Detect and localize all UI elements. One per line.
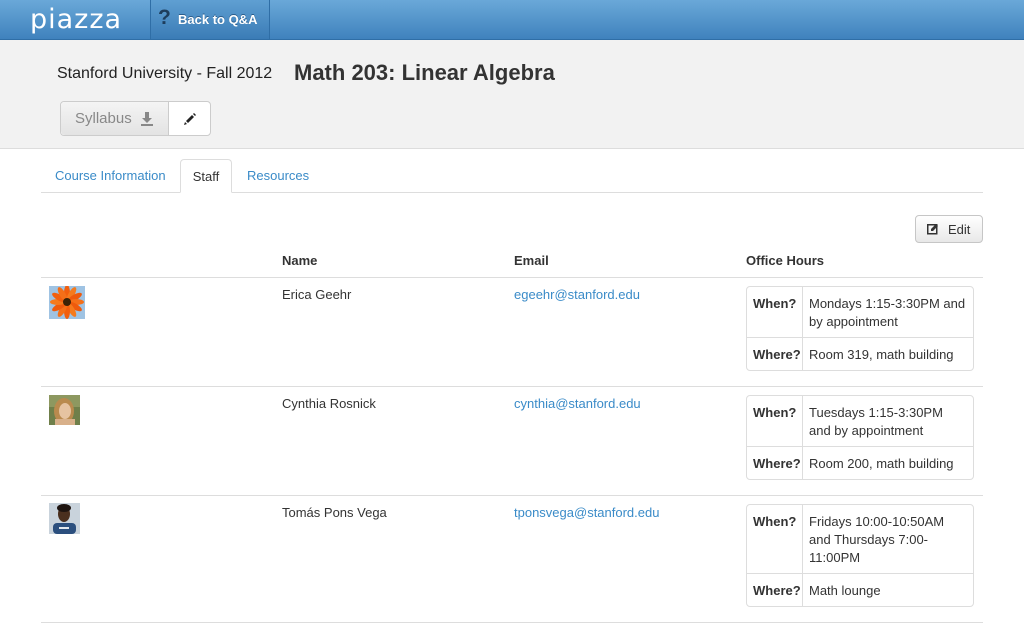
row-divider (41, 622, 983, 623)
edit-staff-button[interactable]: Edit (915, 215, 983, 243)
piazza-logo[interactable]: piazza (30, 4, 122, 35)
syllabus-label: Syllabus (75, 110, 132, 127)
pencil-icon (183, 112, 196, 125)
column-header-email: Email (514, 253, 549, 268)
avatar (49, 395, 80, 425)
tab-course-information[interactable]: Course Information (55, 159, 166, 193)
school-term: Stanford University - Fall 2012 (57, 65, 273, 82)
syllabus-button[interactable]: Syllabus (61, 102, 169, 135)
staff-email-link[interactable]: tponsvega@stanford.edu (514, 505, 659, 520)
where-label: Where? (747, 447, 803, 479)
row-divider (41, 495, 983, 496)
question-mark-icon: ? (158, 6, 171, 29)
where-value: Math lounge (809, 583, 881, 598)
person-avatar-image (49, 503, 80, 534)
avatar (49, 503, 80, 534)
staff-email-link[interactable]: cynthia@stanford.edu (514, 396, 641, 411)
when-label: When? (747, 505, 803, 573)
back-to-qa-label: Back to Q&A (178, 12, 258, 27)
syllabus-button-group: Syllabus (60, 101, 211, 136)
person-avatar-image (49, 395, 80, 425)
tab-staff[interactable]: Staff (180, 159, 232, 193)
column-header-name: Name (282, 253, 318, 268)
office-hours-when-row: When? Fridays 10:00-10:50AM and Thursday… (747, 505, 973, 574)
edit-syllabus-button[interactable] (169, 102, 210, 135)
office-hours-when-row: When? Tuesdays 1:15-3:30PM and by appoin… (747, 396, 973, 447)
office-hours-when-row: When? Mondays 1:15-3:30PM and by appoint… (747, 287, 973, 338)
staff-name: Erica Geehr (282, 287, 352, 302)
when-value: Fridays 10:00-10:50AM and Thursdays 7:00… (809, 514, 945, 565)
office-hours-where-row: Where? Math lounge (747, 574, 973, 606)
staff-name: Cynthia Rosnick (282, 396, 376, 411)
row-divider (41, 277, 983, 278)
edit-icon (927, 224, 938, 235)
download-icon (140, 111, 153, 126)
where-label: Where? (747, 574, 803, 606)
when-label: When? (747, 396, 803, 446)
where-value: Room 319, math building (809, 347, 954, 362)
office-hours-where-row: Where? Room 319, math building (747, 338, 973, 370)
course-title: Math 203: Linear Algebra (294, 60, 555, 85)
when-label: When? (747, 287, 803, 337)
tab-resources[interactable]: Resources (247, 159, 309, 193)
office-hours-table: When? Tuesdays 1:15-3:30PM and by appoin… (746, 395, 974, 480)
column-header-office-hours: Office Hours (746, 253, 825, 268)
back-to-qa-button[interactable]: ? Back to Q&A (150, 0, 270, 39)
course-tabs: Course Information Staff Resources (41, 159, 983, 193)
staff-name: Tomás Pons Vega (282, 505, 387, 520)
when-value: Tuesdays 1:15-3:30PM and by appointment (809, 405, 943, 438)
flower-avatar-image (49, 286, 85, 319)
office-hours-table: When? Fridays 10:00-10:50AM and Thursday… (746, 504, 974, 607)
top-nav-bar: piazza ? Back to Q&A (0, 0, 1024, 40)
edit-label: Edit (948, 222, 971, 237)
row-divider (41, 386, 983, 387)
office-hours-table: When? Mondays 1:15-3:30PM and by appoint… (746, 286, 974, 371)
course-header: Stanford University - Fall 2012 Math 203… (0, 40, 1024, 149)
avatar (49, 286, 85, 319)
office-hours-where-row: Where? Room 200, math building (747, 447, 973, 479)
where-value: Room 200, math building (809, 456, 954, 471)
when-value: Mondays 1:15-3:30PM and by appointment (809, 296, 966, 329)
where-label: Where? (747, 338, 803, 370)
staff-email-link[interactable]: egeehr@stanford.edu (514, 287, 640, 302)
